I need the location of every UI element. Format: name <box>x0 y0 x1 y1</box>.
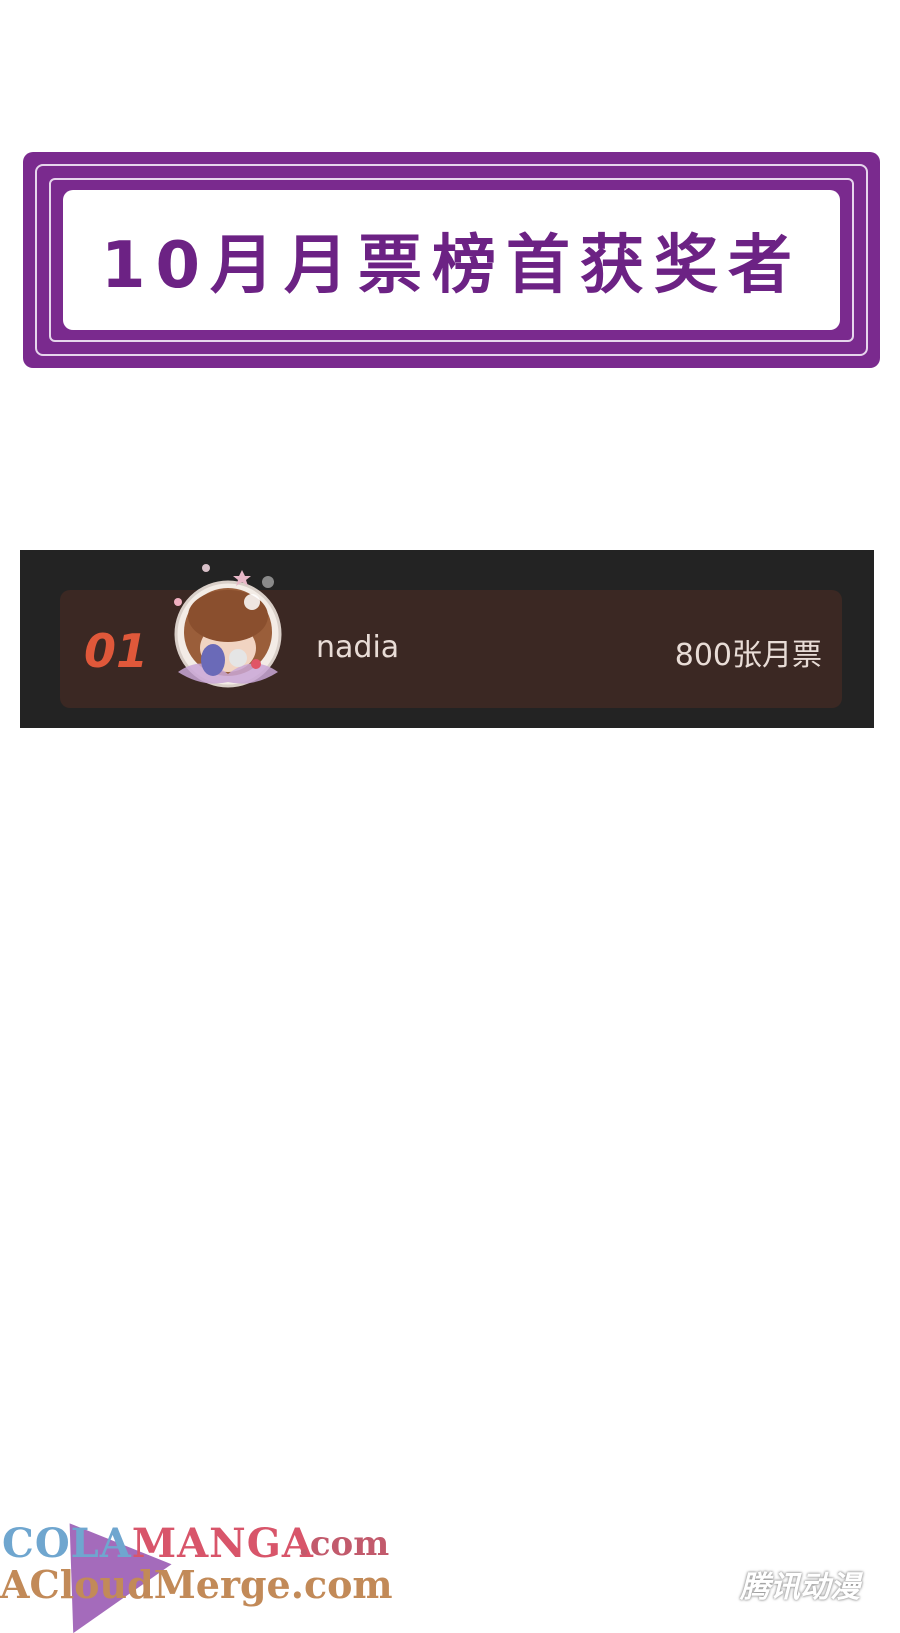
title-banner: 10月月票榜首获奖者 <box>23 152 880 368</box>
vote-count: 800张月票 <box>674 638 822 673</box>
publisher-logo: 腾讯动漫 <box>740 1570 860 1605</box>
watermark-site-suffix: .com <box>298 1524 390 1564</box>
watermark-site-rest: MANGA <box>131 1520 314 1567</box>
watermark-site: COLAMANGA <box>2 1520 314 1567</box>
page-title: 10月月票榜首获奖者 <box>100 229 803 303</box>
watermark-site-lead: COLA <box>2 1520 132 1567</box>
user-name[interactable]: nadia <box>316 630 399 665</box>
avatar <box>174 564 282 688</box>
ranking-panel: 01 nadia 800张月票 <box>20 550 874 728</box>
ranking-row[interactable]: 01 nadia 800张月票 <box>60 564 842 708</box>
banner-content: 10月月票榜首获奖者 <box>63 190 840 330</box>
watermark-merge: ACloudMerge.com <box>0 1562 393 1607</box>
rank-number: 01 <box>84 624 149 678</box>
